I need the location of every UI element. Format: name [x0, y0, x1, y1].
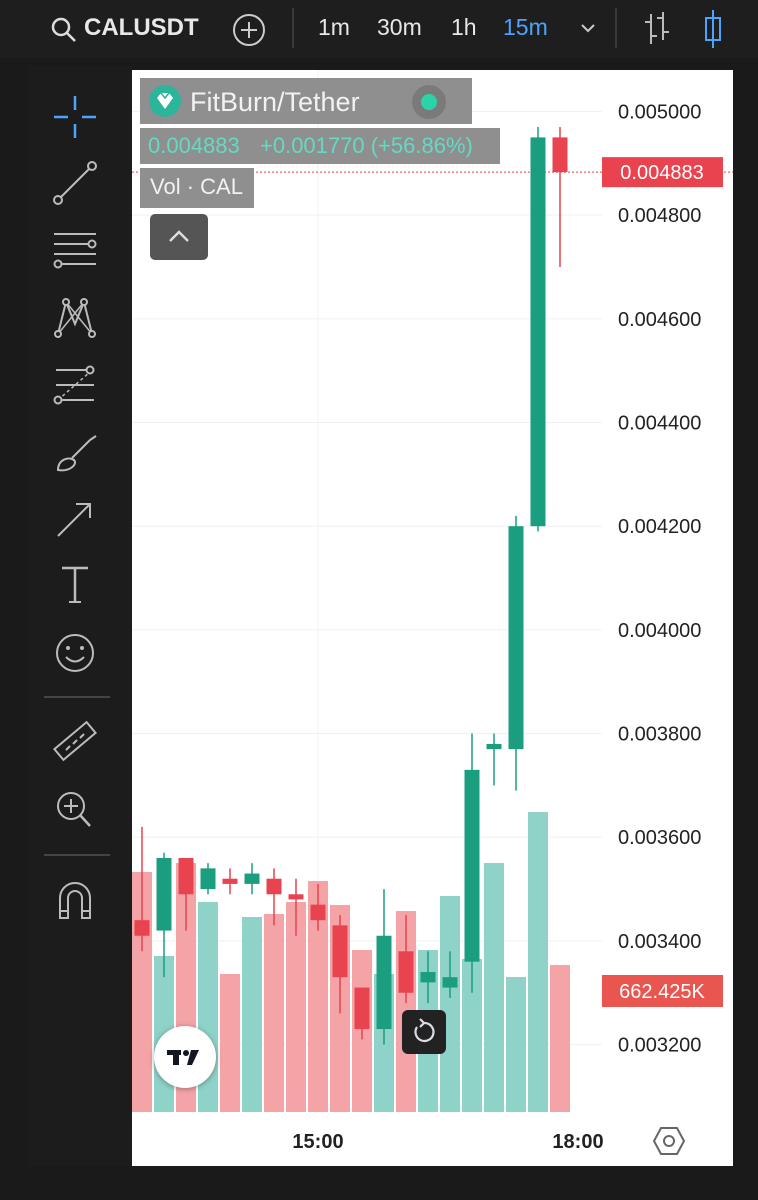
top-toolbar: CALUSDT 1m 30m 1h 15m: [0, 0, 758, 58]
candle-body: [332, 925, 348, 978]
volume-bar: [506, 977, 526, 1112]
volume-bar: [440, 896, 460, 1112]
last-price-tag: 0.004883: [602, 157, 723, 188]
price-tick-label: 0.003200: [618, 1035, 701, 1057]
volume-bar: [264, 914, 284, 1112]
drawing-toolbar: [28, 66, 132, 1166]
price-tick-label: 0.004600: [618, 309, 701, 331]
brush-icon[interactable]: [50, 430, 100, 476]
time-tick-label: 15:00: [292, 1131, 343, 1153]
bar-chart-type-icon[interactable]: [642, 10, 672, 48]
candle-body: [442, 977, 458, 988]
candle-body: [398, 951, 414, 993]
price-axis: 0.005000 0.004800 0.004600 0.004400 0.004200…: [618, 101, 701, 1056]
toolbar-divider: [292, 8, 294, 48]
legend-change: +0.001770 (+56.86%): [260, 133, 473, 158]
price-tick-label: 0.003800: [618, 724, 701, 746]
candle-body: [508, 526, 524, 750]
candle-body: [376, 935, 392, 1030]
candle-body: [200, 868, 216, 890]
symbol-label[interactable]: CALUSDT: [84, 14, 199, 42]
price-tick-label: 0.003400: [618, 931, 701, 953]
volume-bar: [242, 917, 262, 1112]
time-tick-label: 18:00: [552, 1131, 603, 1153]
price-tick-label: 0.004400: [618, 413, 701, 435]
price-tick-label: 0.004000: [618, 620, 701, 642]
fib-retracement-icon[interactable]: [50, 362, 100, 408]
volume-tag: 662.425K: [602, 975, 723, 1007]
volume-bar: [550, 965, 570, 1112]
legend-price: 0.004883: [148, 133, 240, 158]
emoji-icon[interactable]: [50, 630, 100, 676]
add-symbol-icon[interactable]: [231, 12, 267, 48]
tradingview-logo[interactable]: [154, 1026, 216, 1088]
candle-body: [464, 769, 480, 962]
toolbar-divider: [615, 8, 617, 48]
pattern-icon[interactable]: [50, 294, 100, 340]
ruler-icon[interactable]: [50, 718, 100, 764]
chevron-down-icon[interactable]: [579, 20, 597, 36]
chart-settings-icon[interactable]: [652, 1124, 686, 1158]
fitburn-logo-icon: [149, 85, 181, 117]
candle-body: [288, 894, 304, 900]
chevron-up-icon: [169, 230, 189, 242]
volume-bar: [220, 974, 240, 1112]
candle-body: [310, 904, 326, 921]
reset-icon: [414, 1018, 435, 1043]
magnet-icon[interactable]: [50, 878, 100, 924]
timeframe-30m[interactable]: 30m: [377, 14, 422, 41]
text-icon[interactable]: [50, 562, 100, 608]
legend-symbol-title: FitBurn/Tether: [190, 87, 360, 117]
search-icon[interactable]: [50, 16, 78, 44]
trend-line-icon[interactable]: [50, 160, 100, 206]
chart-panel[interactable]: 0.005000 0.004800 0.004600 0.004400 0.004200…: [132, 70, 733, 1166]
legend-symbol-row[interactable]: FitBurn/Tether: [140, 78, 472, 124]
legend-price-row: 0.004883 +0.001770 (+56.86%): [140, 128, 500, 164]
volume-bar: [484, 863, 504, 1112]
candle-body: [486, 743, 502, 750]
price-tick-label: 0.003600: [618, 827, 701, 849]
volume-bar: [528, 812, 548, 1112]
candle-body: [354, 987, 370, 1030]
reset-chart-button[interactable]: [402, 1010, 446, 1054]
candle-chart-type-icon[interactable]: [700, 8, 726, 50]
tradingview-logo-icon: [167, 1050, 199, 1065]
candle-body: [420, 972, 436, 983]
candle-body: [156, 857, 172, 931]
toolbar-separator: [44, 854, 110, 856]
market-status-icon: [412, 85, 446, 119]
price-tick-label: 0.005000: [618, 101, 701, 123]
candle-body: [178, 857, 194, 895]
crosshair-icon[interactable]: [50, 94, 100, 140]
price-chart[interactable]: 0.005000 0.004800 0.004600 0.004400 0.004200…: [132, 70, 733, 1166]
legend-volume-label: Vol · CAL: [150, 174, 243, 199]
price-tick-label: 0.004200: [618, 516, 701, 538]
candle-body: [530, 137, 546, 527]
timeframe-1h[interactable]: 1h: [451, 14, 477, 41]
candle-body: [244, 873, 260, 884]
parallel-channel-icon[interactable]: [50, 226, 100, 272]
last-price-tag-text: 0.004883: [620, 162, 703, 184]
volume-tag-text: 662.425K: [619, 981, 705, 1003]
price-tick-label: 0.004800: [618, 205, 701, 227]
arrow-icon[interactable]: [50, 496, 100, 542]
candle-body: [222, 878, 238, 884]
legend-volume-row[interactable]: Vol · CAL: [140, 168, 254, 208]
zoom-in-icon[interactable]: [50, 786, 100, 832]
candle-body: [266, 878, 282, 895]
collapse-legend-button[interactable]: [150, 214, 208, 260]
candle-body: [134, 920, 150, 936]
candle-body: [552, 137, 568, 173]
toolbar-separator: [44, 696, 110, 698]
time-axis: 15:00 18:00: [292, 1131, 603, 1153]
timeframe-1m[interactable]: 1m: [318, 14, 350, 41]
timeframe-15m[interactable]: 15m: [503, 14, 548, 41]
